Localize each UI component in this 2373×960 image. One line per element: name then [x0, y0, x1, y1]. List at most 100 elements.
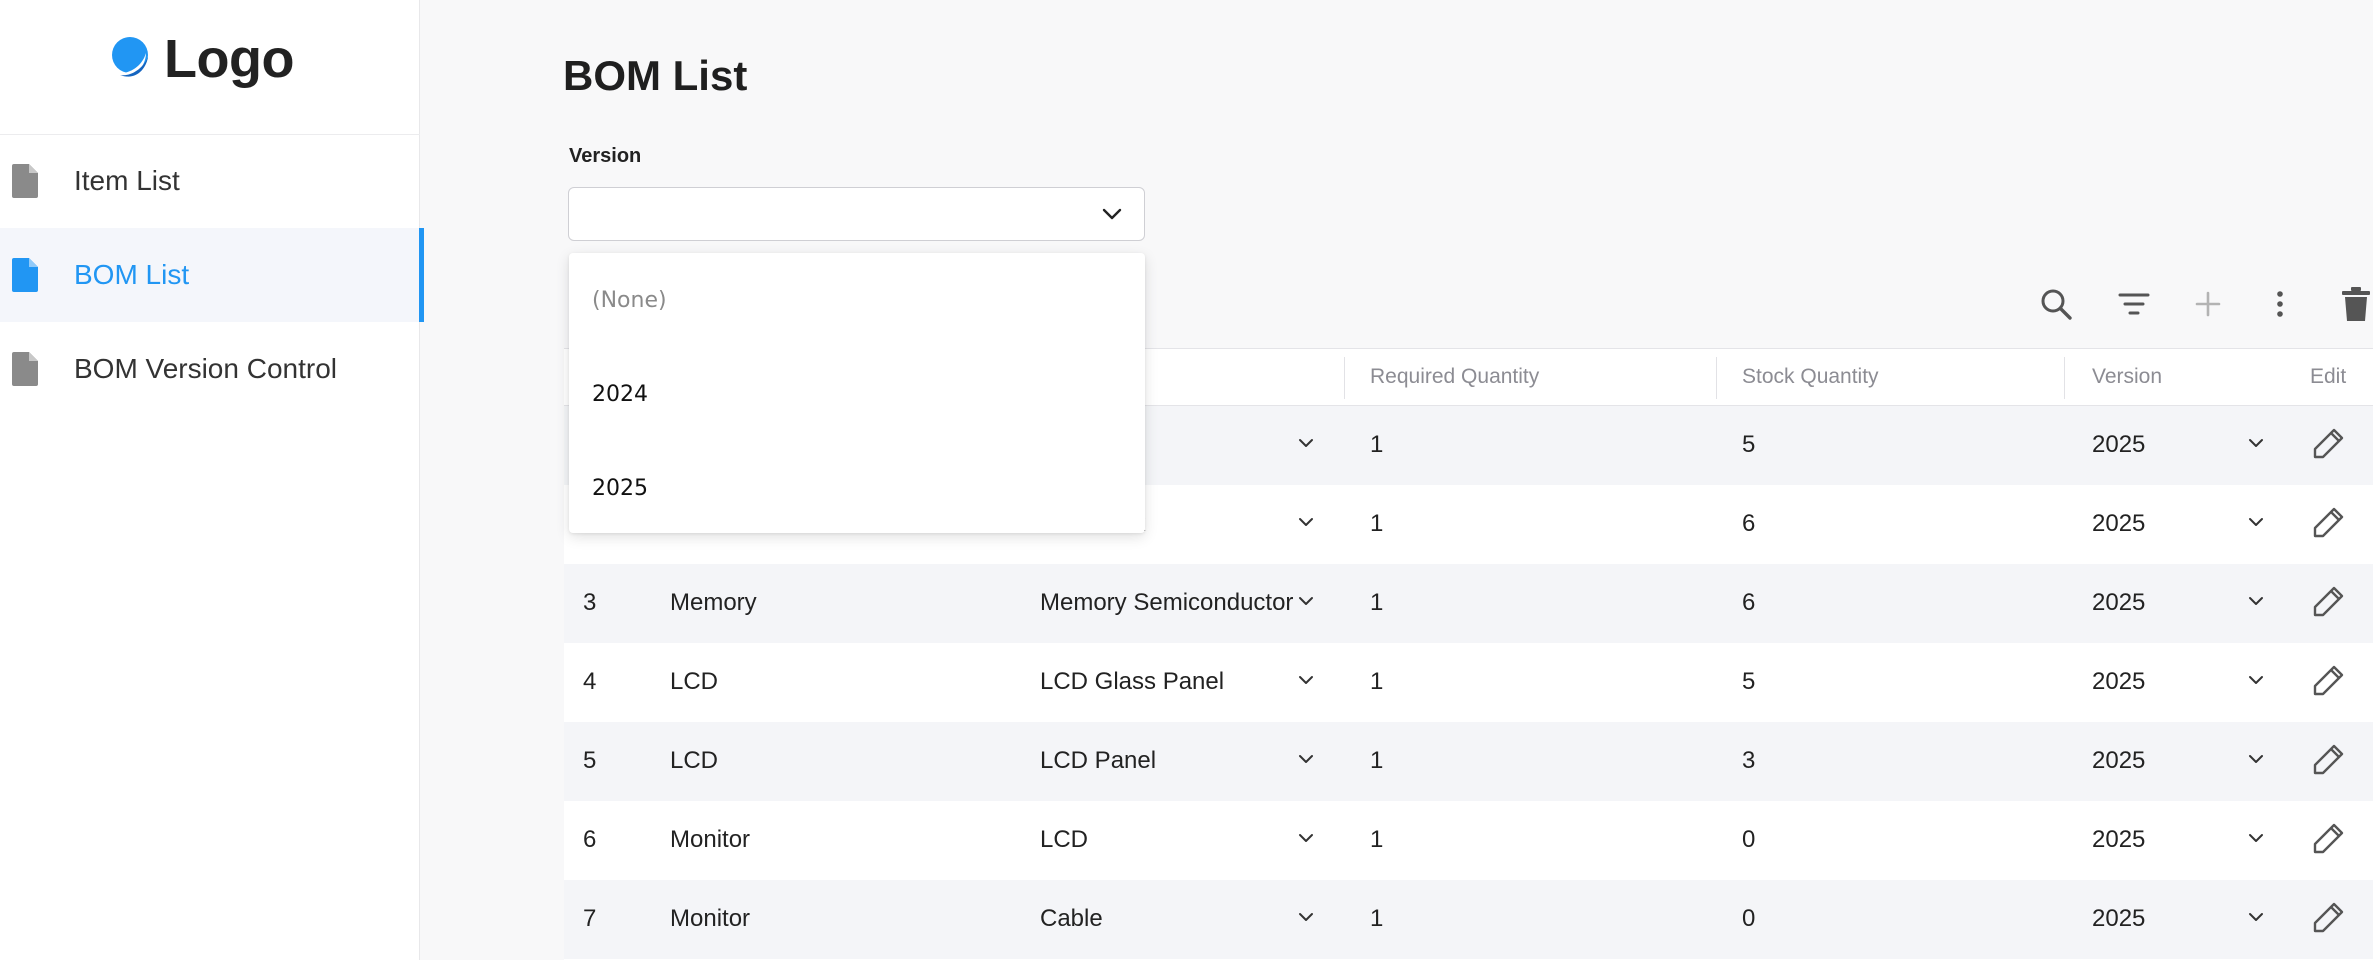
- cell-required-quantity: 1: [1370, 668, 1384, 695]
- cell-required-quantity: 1: [1370, 589, 1384, 616]
- cell-stock-quantity: 3: [1742, 747, 1756, 774]
- sidebar: Logo Item List BOM List BOM Version Cont…: [0, 0, 424, 960]
- table-row[interactable]: 5 LCD LCD Panel 1 3 2025: [564, 722, 2373, 801]
- sidebar-item-label: BOM List: [74, 259, 190, 290]
- chevron-down-icon[interactable]: [2248, 830, 2264, 848]
- column-separator: [1344, 357, 1345, 399]
- logo-text: Logo: [164, 29, 294, 89]
- column-separator: [1716, 357, 1717, 399]
- edit-icon[interactable]: [2312, 505, 2346, 544]
- cell-no: 7: [583, 905, 597, 932]
- chevron-down-icon[interactable]: [2248, 435, 2264, 453]
- cell-required-quantity: 1: [1370, 826, 1384, 853]
- version-dropdown-menu: (None) 2024 2025: [569, 253, 1145, 533]
- sidebar-item-label: BOM Version Control: [74, 353, 337, 384]
- chevron-down-icon[interactable]: [1298, 435, 1314, 453]
- cell-stock-quantity: 5: [1742, 668, 1756, 695]
- chevron-down-icon[interactable]: [1298, 751, 1314, 769]
- cell-version: 2025: [2092, 589, 2146, 616]
- version-filter-label: Version: [569, 145, 642, 167]
- cell-item: Monitor: [670, 905, 751, 932]
- document-icon: [12, 258, 38, 297]
- cell-version: 2025: [2092, 431, 2146, 458]
- cell-version: 2025: [2092, 747, 2146, 774]
- more-icon: [2276, 290, 2284, 323]
- cell-stock-quantity: 0: [1742, 826, 1756, 853]
- cell-component: Cable: [1040, 905, 1103, 932]
- cell-required-quantity: 1: [1370, 431, 1384, 458]
- cell-item: LCD: [670, 747, 719, 774]
- sidebar-item-label: Item List: [74, 165, 180, 196]
- cell-stock-quantity: 6: [1742, 510, 1756, 537]
- edit-icon[interactable]: [2312, 900, 2346, 939]
- chevron-down-icon[interactable]: [1298, 514, 1314, 532]
- page-title: BOM List: [563, 52, 748, 99]
- edit-icon[interactable]: [2312, 742, 2346, 781]
- cell-component: LCD Glass Panel: [1040, 668, 1225, 695]
- search-icon: [2039, 287, 2073, 326]
- table-row[interactable]: 4 LCD LCD Glass Panel 1 5 2025: [564, 643, 2373, 722]
- logo-mark-icon: [106, 35, 154, 83]
- cell-stock-quantity: 6: [1742, 589, 1756, 616]
- chevron-down-icon[interactable]: [2248, 672, 2264, 690]
- edit-icon[interactable]: [2312, 584, 2346, 623]
- chevron-down-icon[interactable]: [2248, 909, 2264, 927]
- chevron-down-icon[interactable]: [1298, 909, 1314, 927]
- sidebar-item-bom-list[interactable]: BOM List: [0, 228, 424, 322]
- cell-item: LCD: [670, 668, 719, 695]
- cell-required-quantity: 1: [1370, 905, 1384, 932]
- delete-button[interactable]: [2336, 286, 2373, 326]
- edit-icon[interactable]: [2312, 426, 2346, 465]
- chevron-down-icon[interactable]: [1298, 830, 1314, 848]
- version-select[interactable]: [568, 187, 1145, 241]
- column-header-edit: Edit: [2310, 365, 2347, 388]
- cell-version: 2025: [2092, 510, 2146, 537]
- logo[interactable]: Logo: [106, 28, 294, 90]
- cell-version: 2025: [2092, 826, 2146, 853]
- document-icon: [12, 164, 38, 203]
- delete-icon: [2342, 286, 2370, 326]
- edit-icon[interactable]: [2312, 821, 2346, 860]
- filter-icon: [2118, 291, 2150, 322]
- cell-no: 3: [583, 589, 597, 616]
- cell-stock-quantity: 5: [1742, 431, 1756, 458]
- column-header-required-quantity[interactable]: Required Quantity: [1370, 365, 1539, 389]
- search-button[interactable]: [2036, 286, 2076, 326]
- column-header-stock-quantity[interactable]: Stock Quantity: [1742, 365, 1879, 389]
- chevron-down-icon[interactable]: [2248, 751, 2264, 769]
- add-button[interactable]: [2188, 286, 2228, 326]
- column-header-version[interactable]: Version: [2092, 365, 2162, 389]
- chevron-down-icon: [1100, 202, 1124, 231]
- table-row[interactable]: 6 Monitor LCD 1 0 2025: [564, 801, 2373, 880]
- sidebar-item-item-list[interactable]: Item List: [0, 134, 424, 228]
- version-option-2025[interactable]: 2025: [569, 441, 1145, 535]
- chevron-down-icon[interactable]: [1298, 672, 1314, 690]
- cell-component: LCD: [1040, 826, 1089, 853]
- chevron-down-icon[interactable]: [2248, 514, 2264, 532]
- more-options-button[interactable]: [2260, 286, 2300, 326]
- cell-component: Memory Semiconductor: [1040, 589, 1294, 616]
- cell-stock-quantity: 0: [1742, 905, 1756, 932]
- chevron-down-icon[interactable]: [1298, 593, 1314, 611]
- cell-no: 4: [583, 668, 597, 695]
- cell-version: 2025: [2092, 668, 2146, 695]
- column-separator: [2064, 357, 2065, 399]
- edit-icon[interactable]: [2312, 663, 2346, 702]
- table-row[interactable]: 7 Monitor Cable 1 0 2025: [564, 880, 2373, 959]
- version-option-none[interactable]: (None): [569, 253, 1145, 347]
- chevron-down-icon[interactable]: [2248, 593, 2264, 611]
- cell-no: 5: [583, 747, 597, 774]
- cell-required-quantity: 1: [1370, 747, 1384, 774]
- cell-item: Memory: [670, 589, 757, 616]
- cell-version: 2025: [2092, 905, 2146, 932]
- cell-component: LCD Panel: [1040, 747, 1157, 774]
- cell-no: 6: [583, 826, 597, 853]
- filter-button[interactable]: [2114, 286, 2154, 326]
- cell-item: Monitor: [670, 826, 751, 853]
- version-option-2024[interactable]: 2024: [569, 347, 1145, 441]
- add-icon: [2195, 291, 2221, 322]
- cell-required-quantity: 1: [1370, 510, 1384, 537]
- sidebar-item-bom-version-control[interactable]: BOM Version Control: [0, 322, 424, 416]
- table-row[interactable]: 3 Memory Memory Semiconductor 1 6 2025: [564, 564, 2373, 643]
- document-icon: [12, 352, 38, 391]
